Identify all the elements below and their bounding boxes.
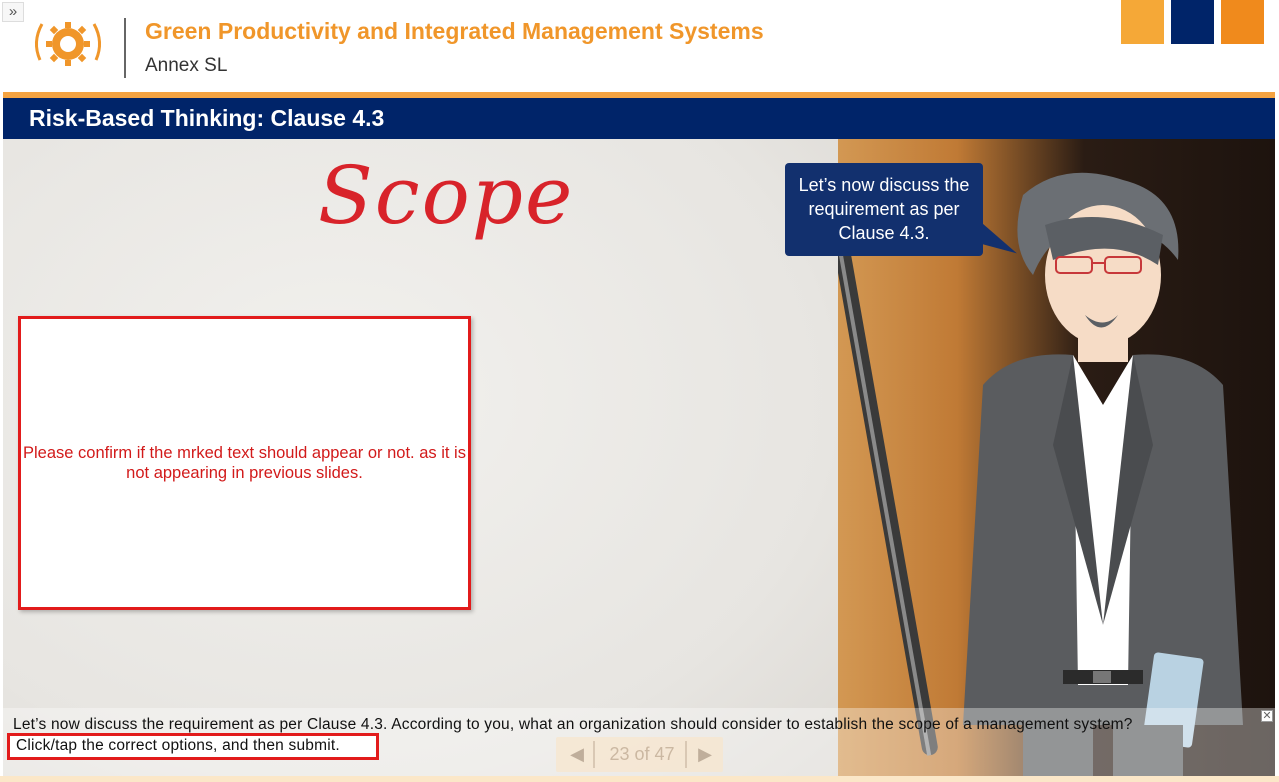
instruction-highlight-box: Click/tap the correct options, and then … (7, 733, 379, 760)
prev-arrow-icon[interactable]: ◀ (566, 743, 588, 765)
page-indicator: 23 of 47 (609, 744, 675, 764)
header-divider (124, 18, 126, 78)
nav-separator (593, 741, 595, 768)
caption-area: Let’s now discuss the requirement as per… (3, 708, 1275, 782)
course-subtitle: Annex SL (145, 55, 228, 76)
next-arrow-icon[interactable]: ▶ (694, 743, 716, 765)
accent-square-2 (1171, 0, 1214, 44)
course-header: Green Productivity and Integrated Manage… (0, 0, 1279, 92)
section-title: Risk-Based Thinking: Clause 4.3 (29, 105, 385, 131)
apo-logo (30, 12, 106, 82)
slide-stage: Scope Please confirm if the mrked text s… (3, 139, 1275, 782)
slide-heading: Scope (318, 149, 575, 242)
slide-navigation: ◀ 23 of 47 ▶ (556, 737, 723, 772)
course-title: Green Productivity and Integrated Manage… (145, 18, 764, 44)
accent-square-3 (1221, 0, 1264, 44)
close-icon[interactable]: ✕ (1261, 710, 1273, 722)
presenter-character (953, 165, 1253, 782)
caption-line-1: Let’s now discuss the requirement as per… (13, 716, 1133, 733)
nav-separator (685, 741, 687, 768)
caption-line-2: Click/tap the correct options, and then … (16, 737, 340, 754)
bottom-strip (0, 776, 1279, 782)
section-title-bar: Risk-Based Thinking: Clause 4.3 (3, 98, 1275, 139)
expand-icon[interactable]: » (2, 2, 24, 22)
accent-square-1 (1121, 0, 1164, 44)
review-note-text: Please confirm if the mrked text should … (23, 444, 466, 482)
review-note-box: Please confirm if the mrked text should … (18, 316, 471, 610)
